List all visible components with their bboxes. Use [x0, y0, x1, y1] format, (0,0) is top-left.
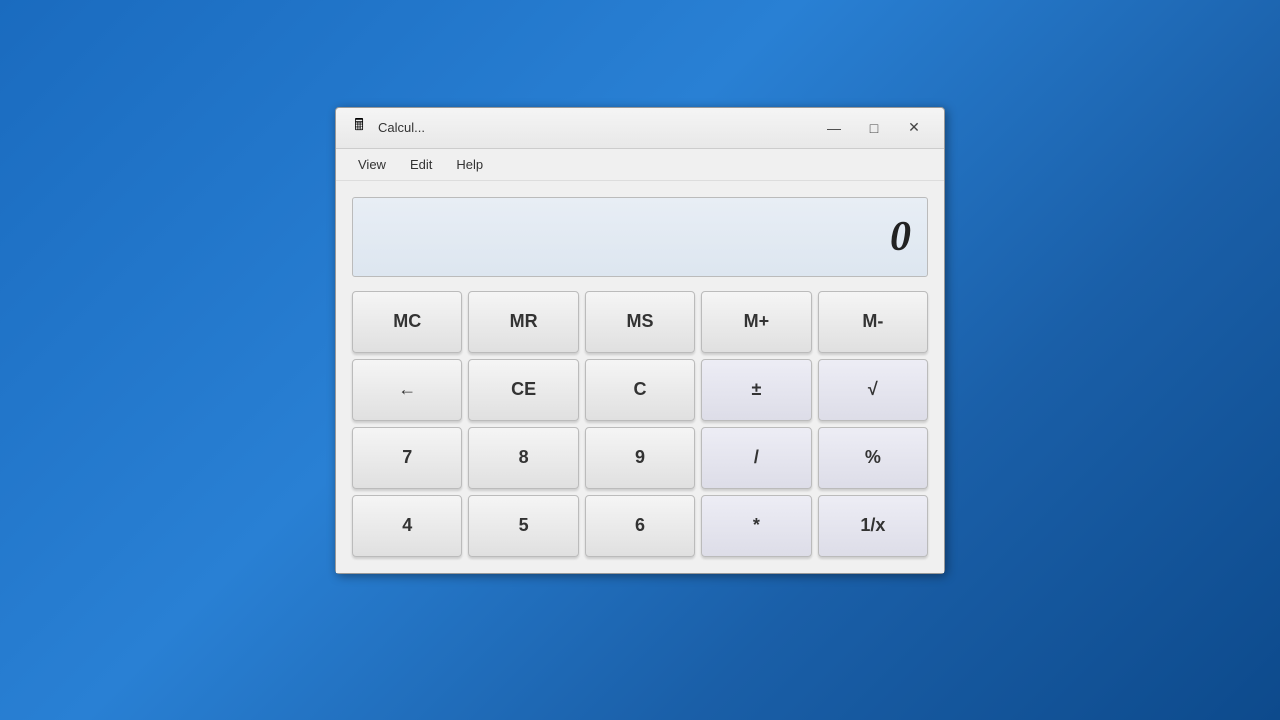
calculator-body: 0 MC MR MS M+ M- ← CE C ± √ 7: [336, 181, 944, 573]
mplus-button[interactable]: M+: [701, 291, 811, 353]
button-7[interactable]: 7: [352, 427, 462, 489]
buttons-grid: MC MR MS M+ M- ← CE C ± √ 7 8 9 / %: [352, 291, 928, 557]
button-9[interactable]: 9: [585, 427, 695, 489]
ms-button[interactable]: MS: [585, 291, 695, 353]
display-screen: 0: [352, 197, 928, 277]
app-icon: 🖩: [348, 117, 370, 139]
sqrt-button[interactable]: √: [818, 359, 928, 421]
button-5[interactable]: 5: [468, 495, 578, 557]
row-789: 7 8 9 / %: [352, 427, 928, 489]
memory-row: MC MR MS M+ M-: [352, 291, 928, 353]
calculator-window: 🖩 Calcul... — □ ✕ View Edit Help 0 MC MR…: [335, 107, 945, 574]
plusminus-button[interactable]: ±: [701, 359, 811, 421]
window-controls: — □ ✕: [816, 116, 932, 140]
mc-button[interactable]: MC: [352, 291, 462, 353]
menu-view[interactable]: View: [348, 153, 396, 176]
mr-button[interactable]: MR: [468, 291, 578, 353]
mminus-button[interactable]: M-: [818, 291, 928, 353]
reciprocal-button[interactable]: 1/x: [818, 495, 928, 557]
c-button[interactable]: C: [585, 359, 695, 421]
close-button[interactable]: ✕: [896, 116, 932, 140]
ce-button[interactable]: CE: [468, 359, 578, 421]
multiply-button[interactable]: *: [701, 495, 811, 557]
backspace-button[interactable]: ←: [352, 359, 462, 421]
minimize-button[interactable]: —: [816, 116, 852, 140]
button-6[interactable]: 6: [585, 495, 695, 557]
menu-bar: View Edit Help: [336, 149, 944, 181]
maximize-button[interactable]: □: [856, 116, 892, 140]
window-title: Calcul...: [378, 120, 816, 135]
menu-edit[interactable]: Edit: [400, 153, 442, 176]
control-row: ← CE C ± √: [352, 359, 928, 421]
row-456: 4 5 6 * 1/x: [352, 495, 928, 557]
percent-button[interactable]: %: [818, 427, 928, 489]
calculator-icon: 🖩: [354, 114, 364, 141]
menu-help[interactable]: Help: [446, 153, 493, 176]
display-value: 0: [890, 213, 911, 261]
title-bar: 🖩 Calcul... — □ ✕: [336, 108, 944, 149]
button-4[interactable]: 4: [352, 495, 462, 557]
button-8[interactable]: 8: [468, 427, 578, 489]
divide-button[interactable]: /: [701, 427, 811, 489]
